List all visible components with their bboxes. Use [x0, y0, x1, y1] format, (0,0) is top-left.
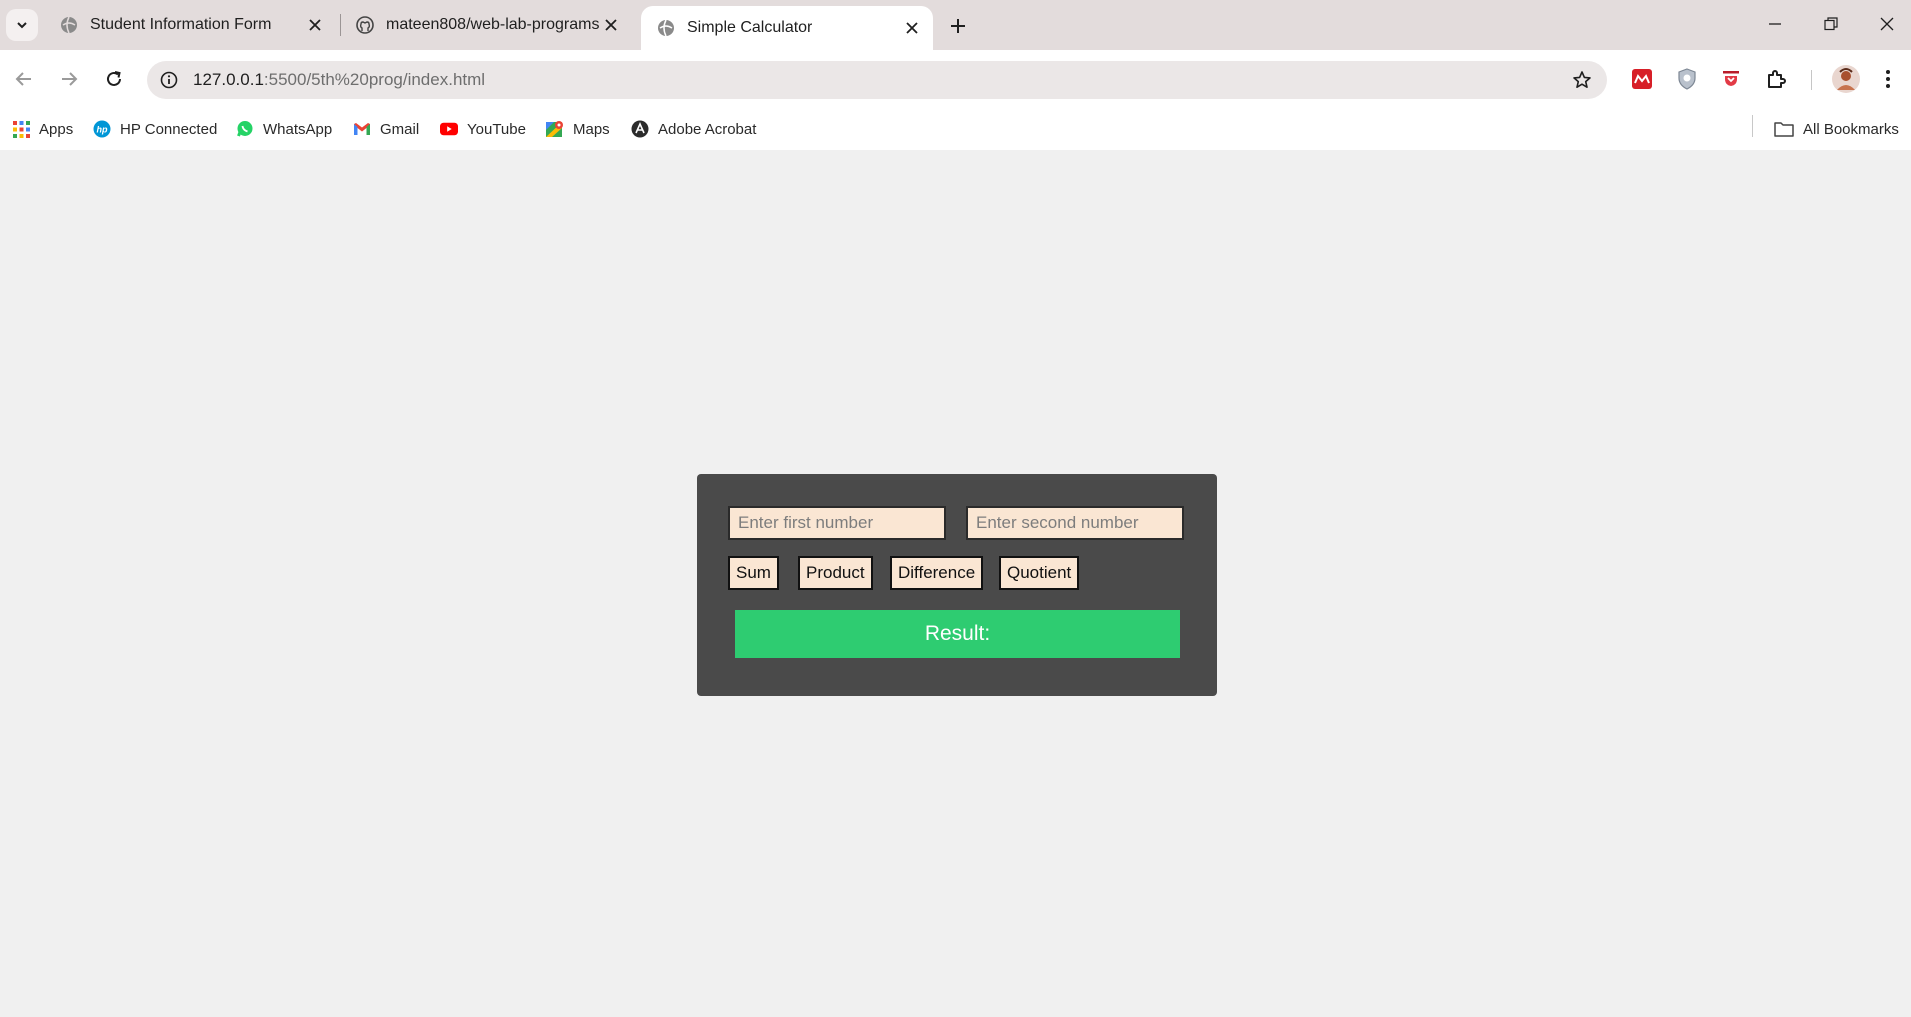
bookmark-maps[interactable]: Maps — [546, 117, 610, 141]
more-vertical-icon — [1886, 70, 1890, 88]
restore-icon — [1824, 17, 1838, 31]
tab-search-button[interactable] — [6, 9, 38, 41]
hp-icon: hp — [93, 120, 111, 138]
close-icon[interactable] — [304, 14, 326, 36]
all-bookmarks-button[interactable]: All Bookmarks — [1774, 117, 1899, 141]
bookmark-label: HP Connected — [120, 120, 218, 138]
github-icon — [356, 16, 374, 34]
restore-button[interactable] — [1803, 0, 1859, 48]
chevron-down-icon — [17, 22, 27, 29]
extensions-puzzle-icon[interactable] — [1761, 64, 1791, 94]
first-number-input[interactable] — [728, 506, 946, 540]
bookmark-whatsapp[interactable]: WhatsApp — [236, 117, 332, 141]
minimize-icon — [1769, 23, 1781, 25]
bookmark-hp-connected[interactable]: hp HP Connected — [93, 117, 217, 141]
calculator-panel: Sum Product Difference Quotient Result: — [697, 474, 1217, 696]
difference-button[interactable]: Difference — [890, 556, 984, 590]
browser-toolbar: 127.0.0.1:5500/5th%20prog/index.html — [0, 50, 1911, 108]
close-icon — [1880, 17, 1894, 31]
tab-title: Simple Calculator — [687, 19, 813, 36]
address-bar[interactable]: 127.0.0.1:5500/5th%20prog/index.html — [147, 61, 1607, 99]
folder-icon — [1774, 120, 1794, 138]
bookmark-label: Adobe Acrobat — [658, 120, 757, 138]
avatar-icon — [1832, 65, 1860, 93]
mendeley-extension-icon[interactable] — [1627, 64, 1657, 94]
globe-icon — [657, 19, 675, 37]
apps-grid-icon — [12, 120, 30, 138]
maps-icon — [546, 120, 564, 138]
bookmark-star-icon[interactable] — [1571, 69, 1593, 91]
svg-text:hp: hp — [97, 125, 108, 135]
bookmarks-bar: Apps hp HP Connected WhatsApp Gmail YouT… — [0, 108, 1911, 150]
bookmark-label: Gmail — [380, 120, 420, 138]
pocket-extension-icon[interactable] — [1716, 64, 1746, 94]
sum-button[interactable]: Sum — [728, 556, 779, 590]
url-text[interactable]: 127.0.0.1:5500/5th%20prog/index.html — [193, 70, 485, 90]
minimize-button[interactable] — [1747, 0, 1803, 48]
tab-strip: Student Information Form mateen808/web-l… — [0, 0, 1911, 50]
reload-button[interactable] — [96, 61, 132, 97]
back-button[interactable] — [6, 61, 42, 97]
url-path: :5500/5th%20prog/index.html — [263, 70, 486, 89]
browser-menu-button[interactable] — [1873, 64, 1903, 94]
bookmark-label: Apps — [39, 120, 74, 138]
globe-icon — [60, 16, 78, 34]
site-info-icon[interactable] — [159, 70, 179, 90]
result-display: Result: — [735, 610, 1180, 658]
bookmark-apps[interactable]: Apps — [12, 117, 73, 141]
bookmark-label: YouTube — [467, 120, 526, 138]
forward-button[interactable] — [51, 61, 87, 97]
tab-title: Student Information Form — [90, 16, 272, 33]
profile-avatar[interactable] — [1829, 62, 1863, 96]
quotient-button[interactable]: Quotient — [999, 556, 1080, 590]
tab-title: mateen808/web-lab-programs — [386, 16, 600, 33]
tab-web-lab-programs[interactable]: mateen808/web-lab-programs — [340, 8, 632, 42]
close-window-button[interactable] — [1859, 0, 1911, 48]
close-icon[interactable] — [901, 17, 923, 39]
new-tab-button[interactable] — [942, 10, 974, 42]
url-host: 127.0.0.1 — [193, 70, 264, 89]
reload-icon — [107, 71, 121, 86]
youtube-icon — [440, 120, 458, 138]
bookmark-adobe-acrobat[interactable]: Adobe Acrobat — [631, 117, 756, 141]
toolbar-divider — [1811, 70, 1812, 90]
bookmarks-divider — [1752, 115, 1753, 137]
arrow-left-icon — [15, 72, 31, 86]
bookmark-youtube[interactable]: YouTube — [440, 117, 526, 141]
whatsapp-icon — [236, 120, 254, 138]
arrow-right-icon — [62, 72, 78, 86]
bookmark-label: Maps — [573, 120, 610, 138]
product-button[interactable]: Product — [798, 556, 873, 590]
bookmark-label: WhatsApp — [263, 120, 333, 138]
bookmark-gmail[interactable]: Gmail — [353, 117, 419, 141]
tab-simple-calculator[interactable]: Simple Calculator — [641, 6, 933, 50]
all-bookmarks-label: All Bookmarks — [1803, 120, 1899, 138]
acrobat-icon — [631, 120, 649, 138]
close-icon[interactable] — [600, 14, 622, 36]
tab-student-information-form[interactable]: Student Information Form — [44, 8, 336, 42]
gmail-icon — [353, 120, 371, 138]
second-number-input[interactable] — [966, 506, 1184, 540]
shield-extension-icon[interactable] — [1672, 64, 1702, 94]
plus-icon — [951, 19, 965, 33]
